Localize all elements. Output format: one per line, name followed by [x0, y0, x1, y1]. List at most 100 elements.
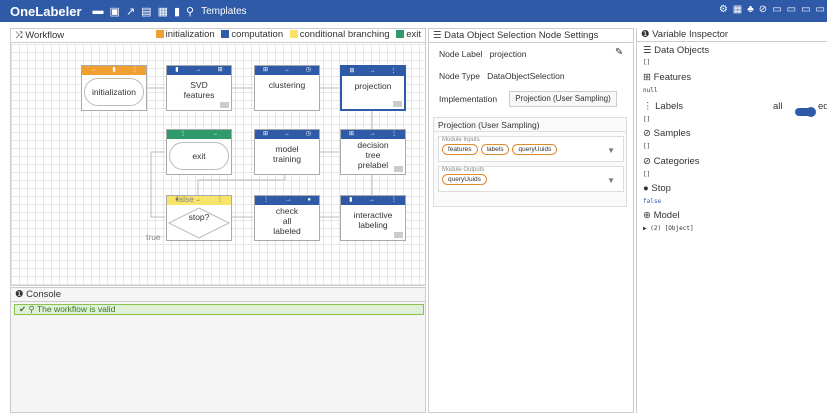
console-message-text: The workflow is valid: [36, 304, 116, 314]
node-decision-tree[interactable]: ⊞ → ⋮ decision tree prelabel: [340, 129, 406, 175]
node-label: SVD features: [183, 80, 215, 100]
legend-swatch-initialization: [155, 30, 164, 38]
node-settings-panel: ☰ Data Object Selection Node Settings No…: [428, 28, 634, 413]
node-label-value[interactable]: projection: [490, 49, 527, 59]
var-name: Categories: [653, 156, 700, 167]
var-value: []: [643, 59, 651, 66]
node-exit[interactable]: ⋮ → exit: [166, 129, 232, 175]
chevron-down-icon[interactable]: ▼: [607, 146, 615, 155]
labels-filter[interactable]: all: [773, 101, 783, 112]
workflow-panel: ⤨ Workflow initialization computation co…: [10, 28, 426, 286]
legend-swatch-computation: [221, 30, 230, 38]
node-label: clustering: [268, 80, 306, 90]
inspector-title: Variable Inspector: [652, 29, 729, 40]
edit-icon[interactable]: ✎: [615, 47, 623, 58]
link-icon[interactable]: ⊘: [759, 4, 767, 15]
input-chip[interactable]: queryUuids: [512, 144, 558, 155]
node-label-caption: Node Label: [439, 49, 483, 59]
folder-icon[interactable]: ▬: [93, 5, 104, 17]
module-inputs[interactable]: Module Inputs features labels queryUuids ▼: [438, 136, 624, 162]
node-label: interactive labeling: [353, 210, 393, 230]
var-features: ⊞ Features: [643, 72, 691, 83]
var-categories: ⊘ Categories: [643, 156, 700, 167]
legend-label: exit: [406, 29, 421, 40]
outputs-caption: Module Outputs: [442, 167, 485, 173]
info-icon: ❶: [641, 29, 650, 40]
var-name: Samples: [653, 128, 691, 139]
var-value: null: [643, 87, 658, 94]
grid-icon[interactable]: ▦: [733, 4, 742, 15]
console-title: Console: [26, 289, 62, 300]
implementation-select[interactable]: Projection (User Sampling): [509, 91, 617, 107]
node-model-training[interactable]: ⊞ → ◷ model training: [254, 129, 320, 175]
settings-title: Data Object Selection Node Settings: [444, 30, 599, 41]
output-chip[interactable]: queryUuids: [442, 174, 487, 185]
workflow-canvas[interactable]: → ▮ ⋮ initialization ▮ → ⊞ SVD features ⊞ → ◷ …: [11, 44, 425, 285]
node-clustering[interactable]: ⊞ → ◷ clustering: [254, 65, 320, 111]
inspector-header: ❶ Variable Inspector: [637, 28, 827, 42]
node-check-all-labeled[interactable]: ⋮ → ● check all labeled: [254, 195, 320, 241]
check-icon: ✔: [19, 304, 27, 314]
labels-toggle-label: edite: [818, 101, 827, 112]
node-icon: [393, 101, 402, 107]
right-toolbar: ⚙ ▦ ♣ ⊘ ▭ ▭ ▭ ▭: [719, 4, 825, 15]
var-value: []: [643, 143, 651, 150]
var-value-expandable[interactable]: ▶ (2) [Object]: [643, 225, 694, 232]
stop-icon: ●: [643, 183, 649, 194]
node-bar: ▮ → ⋮: [341, 196, 405, 205]
input-chip[interactable]: labels: [480, 144, 510, 155]
node-type-row: Node Type DataObjectSelection: [439, 71, 565, 81]
tag-icon: ⋮: [643, 101, 653, 112]
paste-icon[interactable]: ▦: [158, 5, 168, 18]
tree-icon[interactable]: ♣: [747, 4, 754, 15]
info-icon: ❶: [15, 289, 24, 300]
legend: initialization computation conditional b…: [152, 29, 421, 40]
node-svd-features[interactable]: ▮ → ⊞ SVD features: [166, 65, 232, 111]
var-name: Features: [653, 72, 692, 83]
node-label: check all labeled: [273, 206, 301, 236]
edge-label-true: true: [146, 232, 161, 242]
save-icon[interactable]: ▣: [110, 5, 120, 18]
node-bar: → ▮ ⋮: [82, 66, 146, 75]
workflow-title: Workflow: [25, 30, 65, 41]
legend-label: conditional branching: [299, 29, 390, 40]
legend-swatch-conditional: [289, 30, 298, 38]
var-value: []: [643, 116, 651, 123]
node-icon: [394, 232, 403, 238]
input-chip[interactable]: features: [442, 144, 478, 155]
chevron-down-icon[interactable]: ▼: [607, 176, 615, 185]
node-label: stop?: [188, 212, 210, 222]
share-icon[interactable]: ↗: [126, 5, 135, 18]
node-icon: [394, 166, 403, 172]
node-icon: [220, 102, 229, 108]
node-initialization[interactable]: → ▮ ⋮ initialization: [81, 65, 147, 111]
copy-icon[interactable]: ▤: [141, 5, 151, 18]
templates-button[interactable]: Templates: [201, 6, 247, 17]
samples-icon: ⊘: [643, 128, 651, 139]
var-value: false: [643, 198, 662, 205]
inputs-caption: Module Inputs: [442, 137, 480, 143]
var-model: ⊕ Model: [643, 210, 679, 221]
module-section-title: Projection (User Sampling): [434, 118, 626, 132]
wand-icon: ⚲: [28, 304, 35, 314]
layout-3-icon[interactable]: ▭: [801, 4, 810, 15]
node-interactive-labeling[interactable]: ▮ → ⋮ interactive labeling: [340, 195, 406, 241]
layout-4-icon[interactable]: ▭: [816, 4, 825, 15]
expand-arrow-icon[interactable]: ▶: [643, 225, 647, 232]
module-outputs[interactable]: Module Outputs queryUuids ▼: [438, 166, 624, 192]
node-projection[interactable]: ⊞ → ⋮ projection: [340, 65, 406, 111]
legend-swatch-exit: [396, 30, 405, 38]
delete-icon[interactable]: ▮: [174, 5, 180, 18]
layout-1-icon[interactable]: ▭: [772, 4, 781, 15]
categories-icon: ⊘: [643, 156, 651, 167]
var-stop: ● Stop: [643, 183, 671, 194]
node-label: model training: [273, 144, 301, 164]
node-label-row: Node Label projection: [439, 49, 526, 59]
top-bar: OneLabeler ▬ ▣ ↗ ▤ ▦ ▮ ⚲ Templates ⚙ ▦ ♣…: [0, 0, 827, 22]
layout-2-icon[interactable]: ▭: [787, 4, 796, 15]
node-type-value: DataObjectSelection: [487, 71, 565, 81]
settings-icon[interactable]: ⚙: [719, 4, 728, 15]
var-name: Model: [653, 210, 680, 221]
labels-toggle[interactable]: [795, 107, 816, 117]
var-name: Stop: [651, 183, 671, 194]
